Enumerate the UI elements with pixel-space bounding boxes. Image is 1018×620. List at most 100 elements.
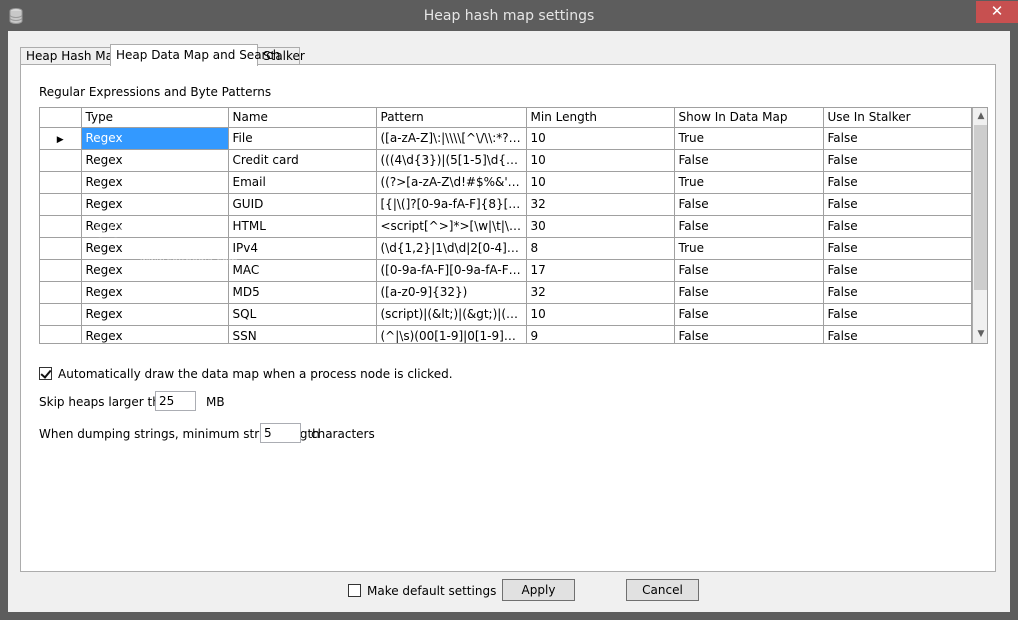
grid-vertical-scrollbar[interactable]: ▲ ▼ bbox=[973, 108, 987, 343]
use-in-stalker-cell[interactable]: False bbox=[823, 237, 972, 260]
type-cell[interactable]: Regex bbox=[81, 127, 229, 150]
cancel-button[interactable]: Cancel bbox=[626, 579, 699, 601]
min-string-input[interactable]: 5 bbox=[260, 423, 301, 443]
name-cell[interactable]: SSN bbox=[228, 325, 377, 343]
table-row[interactable]: RegexEmail((?>[a-zA-Z\d!#$%&'*+\-/=?...1… bbox=[40, 171, 972, 194]
pattern-cell[interactable]: ([a-zA-Z]\:|\\\\[^\/\\:*?"<>|... bbox=[376, 127, 527, 150]
min-length-cell[interactable]: 10 bbox=[526, 149, 675, 172]
scroll-down-arrow-icon[interactable]: ▼ bbox=[973, 326, 987, 343]
row-header[interactable] bbox=[40, 303, 82, 326]
type-cell[interactable]: Regex bbox=[81, 281, 229, 304]
use-in-stalker-cell[interactable]: False bbox=[823, 215, 972, 238]
pattern-cell[interactable]: (^|\s)(00[1-9]|0[1-9]0|0[1-9][... bbox=[376, 325, 527, 343]
close-button[interactable]: ✕ bbox=[976, 1, 1018, 23]
min-length-cell[interactable]: 32 bbox=[526, 193, 675, 216]
type-cell[interactable]: Regex bbox=[81, 237, 229, 260]
table-row[interactable]: RegexHTML<script[^>]*>[\w|\t|\r|\W]*</..… bbox=[40, 215, 972, 238]
table-row[interactable]: RegexGUID[{|\(]?[0-9a-fA-F]{8}[-]?([0-9a… bbox=[40, 193, 972, 216]
name-cell[interactable]: MAC bbox=[228, 259, 377, 282]
min-length-cell[interactable]: 30 bbox=[526, 215, 675, 238]
pattern-cell[interactable]: [{|\(]?[0-9a-fA-F]{8}[-]?([0-9a... bbox=[376, 193, 527, 216]
name-cell[interactable]: HTML bbox=[228, 215, 377, 238]
name-cell[interactable]: GUID bbox=[228, 193, 377, 216]
table-row[interactable]: RegexMAC([0-9a-fA-F][0-9a-fA-F]:){5}([..… bbox=[40, 259, 972, 282]
show-in-data-map-cell[interactable]: True bbox=[674, 237, 824, 260]
column-header-pattern[interactable]: Pattern bbox=[376, 108, 527, 128]
column-header-use-in-stalker[interactable]: Use In Stalker bbox=[823, 108, 972, 128]
name-cell[interactable]: Email bbox=[228, 171, 377, 194]
scroll-up-arrow-icon[interactable]: ▲ bbox=[973, 108, 987, 125]
row-header[interactable] bbox=[40, 325, 82, 343]
make-default-checkbox[interactable] bbox=[348, 584, 361, 597]
pattern-cell[interactable]: (((4\d{3})|(5[1-5]\d{2})|(6011... bbox=[376, 149, 527, 172]
pattern-cell[interactable]: <script[^>]*>[\w|\t|\r|\W]*</... bbox=[376, 215, 527, 238]
show-in-data-map-cell[interactable]: False bbox=[674, 193, 824, 216]
table-row[interactable]: RegexSQL(script)|(&lt;)|(&gt;)|(%3c)|(%3… bbox=[40, 303, 972, 326]
patterns-grid[interactable]: Type Name Pattern Min Length Show In Dat… bbox=[39, 107, 988, 344]
table-row[interactable]: Regex MD5 ([a-z0-9]{32}) 32 False False bbox=[40, 281, 972, 304]
use-in-stalker-cell[interactable]: False bbox=[823, 193, 972, 216]
name-cell[interactable]: SQL bbox=[228, 303, 377, 326]
apply-button[interactable]: Apply bbox=[502, 579, 575, 601]
show-in-data-map-cell[interactable]: False bbox=[674, 149, 824, 172]
type-cell[interactable]: Regex bbox=[81, 325, 229, 343]
pattern-cell[interactable]: (\d{1,2}|1\d\d|2[0-4]\d|25[0... bbox=[376, 237, 527, 260]
type-cell[interactable]: Regex bbox=[81, 193, 229, 216]
use-in-stalker-cell[interactable]: False bbox=[823, 281, 972, 304]
show-in-data-map-cell[interactable]: False bbox=[674, 281, 824, 304]
row-header[interactable] bbox=[40, 171, 82, 194]
min-length-cell[interactable]: 32 bbox=[526, 281, 675, 304]
type-cell[interactable]: Regex bbox=[81, 215, 229, 238]
show-in-data-map-cell[interactable]: True bbox=[674, 127, 824, 150]
name-cell[interactable]: Credit card bbox=[228, 149, 377, 172]
scrollbar-thumb[interactable] bbox=[974, 125, 987, 290]
pattern-cell[interactable]: ([0-9a-fA-F][0-9a-fA-F]:){5}([... bbox=[376, 259, 527, 282]
skip-heaps-input[interactable]: 25 bbox=[155, 391, 196, 411]
auto-draw-checkbox[interactable] bbox=[39, 367, 52, 380]
make-default-label[interactable]: Make default settings bbox=[367, 584, 496, 598]
name-cell[interactable]: File bbox=[228, 127, 377, 150]
row-header[interactable] bbox=[40, 149, 82, 172]
name-cell[interactable]: MD5 bbox=[228, 281, 377, 304]
min-length-cell[interactable]: 10 bbox=[526, 127, 675, 150]
type-cell[interactable]: Regex bbox=[81, 259, 229, 282]
type-cell[interactable]: Regex bbox=[81, 149, 229, 172]
row-header[interactable] bbox=[40, 193, 82, 216]
row-header[interactable] bbox=[40, 237, 82, 260]
column-header-min-length[interactable]: Min Length bbox=[526, 108, 675, 128]
min-length-cell[interactable]: 10 bbox=[526, 171, 675, 194]
row-header[interactable]: ▶ bbox=[40, 127, 82, 150]
table-row[interactable]: Regex Credit card (((4\d{3})|(5[1-5]\d{2})… bbox=[40, 149, 972, 172]
show-in-data-map-cell[interactable]: False bbox=[674, 215, 824, 238]
use-in-stalker-cell[interactable]: False bbox=[823, 127, 972, 150]
show-in-data-map-cell[interactable]: False bbox=[674, 303, 824, 326]
column-header-show-in-data-map[interactable]: Show In Data Map bbox=[674, 108, 824, 128]
min-length-cell[interactable]: 8 bbox=[526, 237, 675, 260]
tab-heap-data-map-and-search[interactable]: Heap Data Map and Search bbox=[110, 44, 280, 66]
show-in-data-map-cell[interactable]: False bbox=[674, 325, 824, 343]
title-bar[interactable]: Heap hash map settings ✕ bbox=[0, 0, 1018, 32]
min-length-cell[interactable]: 10 bbox=[526, 303, 675, 326]
pattern-cell[interactable]: ([a-z0-9]{32}) bbox=[376, 281, 527, 304]
row-header[interactable] bbox=[40, 259, 82, 282]
use-in-stalker-cell[interactable]: False bbox=[823, 325, 972, 343]
use-in-stalker-cell[interactable]: False bbox=[823, 303, 972, 326]
show-in-data-map-cell[interactable]: True bbox=[674, 171, 824, 194]
table-row[interactable]: RegexSSN(^|\s)(00[1-9]|0[1-9]0|0[1-9][..… bbox=[40, 325, 972, 343]
table-row[interactable]: ▶ RegexFile([a-zA-Z]\:|\\\\[^\/\\:*?"<>|.… bbox=[40, 127, 972, 150]
min-length-cell[interactable]: 17 bbox=[526, 259, 675, 282]
show-in-data-map-cell[interactable]: False bbox=[674, 259, 824, 282]
auto-draw-label[interactable]: Automatically draw the data map when a p… bbox=[58, 367, 453, 381]
use-in-stalker-cell[interactable]: False bbox=[823, 149, 972, 172]
use-in-stalker-cell[interactable]: False bbox=[823, 259, 972, 282]
pattern-cell[interactable]: ((?>[a-zA-Z\d!#$%&'*+\-/=?... bbox=[376, 171, 527, 194]
pattern-cell[interactable]: (script)|(&lt;)|(&gt;)|(%3c)|(%3e... bbox=[376, 303, 527, 326]
min-length-cell[interactable]: 9 bbox=[526, 325, 675, 343]
column-header-name[interactable]: Name bbox=[228, 108, 377, 128]
type-cell[interactable]: Regex bbox=[81, 303, 229, 326]
row-header[interactable] bbox=[40, 281, 82, 304]
type-cell[interactable]: Regex bbox=[81, 171, 229, 194]
name-cell[interactable]: IPv4 bbox=[228, 237, 377, 260]
use-in-stalker-cell[interactable]: False bbox=[823, 171, 972, 194]
table-row[interactable]: RegexIPv4(\d{1,2}|1\d\d|2[0-4]\d|25[0...… bbox=[40, 237, 972, 260]
